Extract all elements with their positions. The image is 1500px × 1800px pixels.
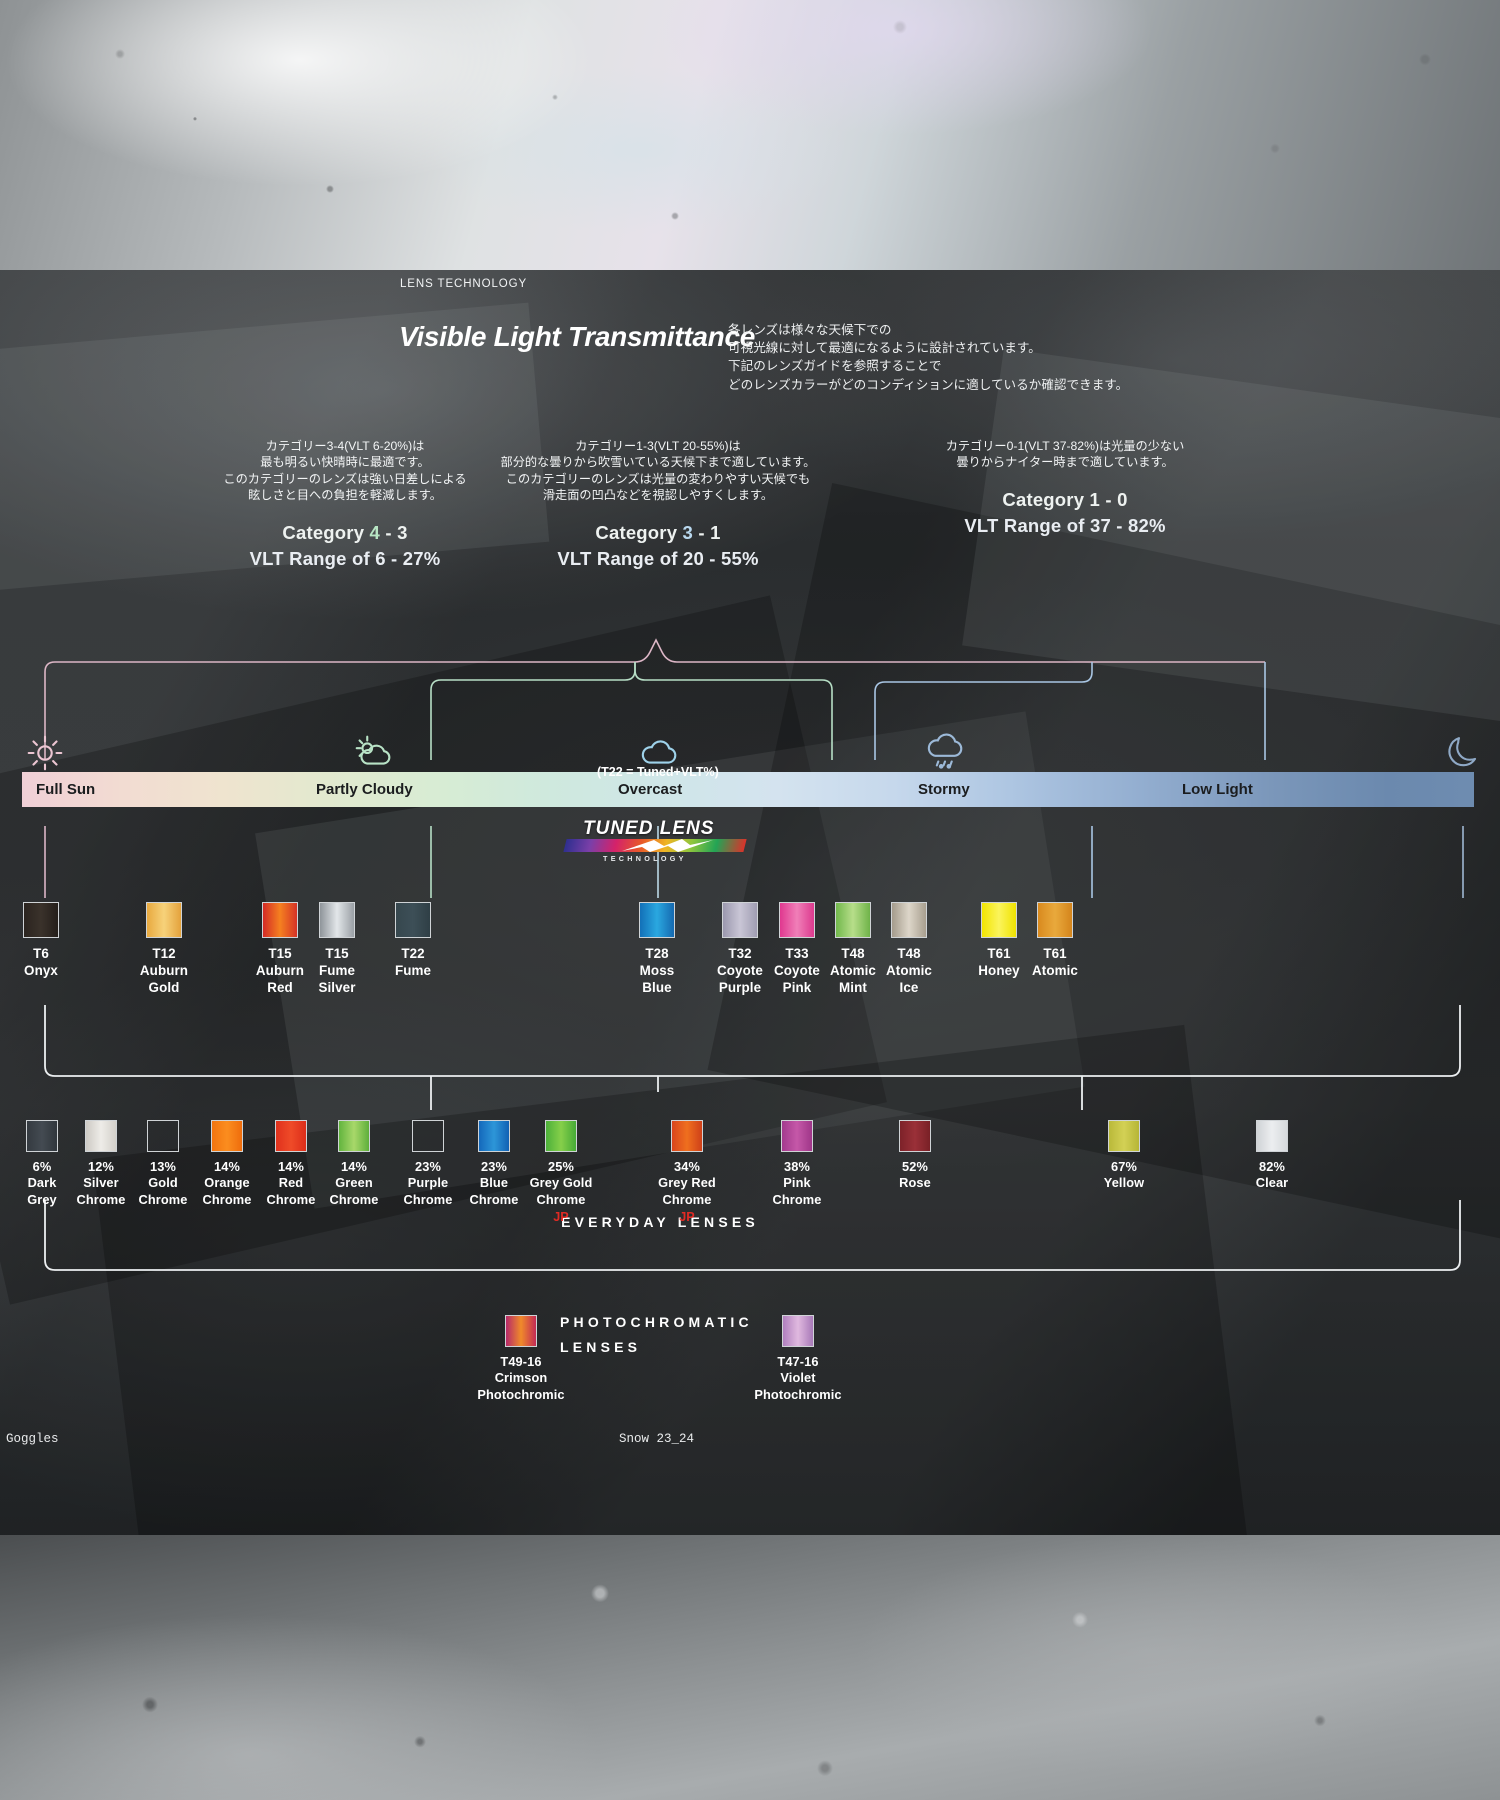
eyebrow-label: LENS TECHNOLOGY	[400, 278, 528, 290]
footer-center-label: Snow 23_24	[619, 1432, 695, 1446]
lens-color-swatch[interactable]	[395, 902, 431, 938]
tuned-lens-wordmark: TUNED LENS	[583, 818, 715, 839]
lens-label: T61 Atomic	[1032, 946, 1078, 978]
lens-label: T28 Moss Blue	[639, 946, 675, 995]
lens-color-swatch[interactable]	[85, 1120, 117, 1152]
intro-paragraph-jp: 各レンズは様々な天候下での 可視光線に対して最適になるように設計されています。 …	[728, 323, 1129, 392]
lens-color-swatch[interactable]	[478, 1120, 510, 1152]
category-title-pre: Category	[595, 521, 683, 543]
lens-color-swatch[interactable]	[211, 1120, 243, 1152]
lens-color-swatch[interactable]	[639, 902, 675, 938]
lens-color-swatch[interactable]	[505, 1315, 537, 1347]
spectrum-label-stormy: Stormy	[918, 781, 970, 798]
lens-color-swatch[interactable]	[1108, 1120, 1140, 1152]
lens-color-swatch[interactable]	[146, 902, 182, 938]
lens-label: T47-16 Violet Photochromic	[754, 1354, 842, 1402]
lens-color-swatch[interactable]	[412, 1120, 444, 1152]
everyday-lens-item[interactable]: 34% Grey Red Chrome JP	[641, 1120, 733, 1226]
lens-color-swatch[interactable]	[781, 1120, 813, 1152]
sun-cloud-icon	[355, 735, 391, 765]
lens-color-swatch[interactable]	[275, 1120, 307, 1152]
tuned-lens-item[interactable]: T48 Atomic Ice	[863, 902, 955, 996]
lens-label: 38% Pink Chrome	[772, 1159, 822, 1207]
lens-label: 67% Yellow	[1103, 1159, 1145, 1191]
photochromatic-lens-item[interactable]: T49-16 Crimson Photochromic	[475, 1315, 567, 1403]
lens-color-swatch[interactable]	[26, 1120, 58, 1152]
lens-label: T22 Fume	[394, 946, 432, 978]
lens-label: 34% Grey Red Chrome JP	[641, 1159, 733, 1226]
lens-label: T12 Auburn Gold	[139, 946, 189, 995]
tuned-lens-item[interactable]: T12 Auburn Gold	[118, 902, 210, 996]
spectrum-label-low-light: Low Light	[1182, 781, 1253, 798]
lens-label: T49-16 Crimson Photochromic	[477, 1354, 565, 1402]
category-block-1-0: カテゴリー0-1(VLT 37-82%)は光量の少ない 曇りからナイター時まで適…	[765, 438, 1365, 537]
lens-color-swatch[interactable]	[1037, 902, 1073, 938]
page-title: Visible Light Transmittance	[399, 321, 755, 352]
lens-color-swatch[interactable]	[671, 1120, 703, 1152]
lens-label: 25% Grey Gold Chrome JP	[515, 1159, 607, 1226]
footer-left-label: Goggles	[6, 1432, 59, 1446]
lens-color-swatch[interactable]	[147, 1120, 179, 1152]
photochromatic-lens-item[interactable]: T47-16 Violet Photochromic	[752, 1315, 844, 1403]
lens-color-swatch[interactable]	[899, 1120, 931, 1152]
lens-label: T48 Atomic Ice	[886, 946, 932, 995]
tuned-lens-technology-text: TECHNOLOGY	[603, 854, 687, 863]
jp-exclusive-badge: JP	[679, 1210, 695, 1225]
category-title-pre: Category	[1002, 488, 1090, 510]
sun-icon	[27, 735, 63, 771]
tuned-lens-item[interactable]: T6 Onyx	[0, 902, 87, 979]
category-title-post: - 0	[1100, 488, 1128, 510]
everyday-lens-item[interactable]: 52% Rose	[869, 1120, 961, 1192]
lens-color-swatch[interactable]	[1256, 1120, 1288, 1152]
moon-icon	[1448, 737, 1477, 767]
tuned-lens-note: (T22 = Tuned+VLT%)	[597, 765, 719, 779]
category-title-highlight: 1	[1089, 488, 1101, 510]
lens-label: 52% Rose	[899, 1159, 931, 1191]
lens-color-swatch[interactable]	[782, 1315, 814, 1347]
category-jp-text: カテゴリー0-1(VLT 37-82%)は光量の少ない 曇りからナイター時まで適…	[945, 439, 1185, 470]
category-vlt-range: VLT Range of 20 - 55%	[557, 547, 759, 569]
category-title: Category 1 - 0	[765, 489, 1365, 511]
lens-color-swatch[interactable]	[545, 1120, 577, 1152]
lens-color-swatch[interactable]	[23, 902, 59, 938]
category-title-post: - 1	[693, 521, 721, 543]
category-bracket-connectors	[44, 638, 1464, 1271]
lens-label: T6 Onyx	[24, 946, 58, 978]
lens-color-swatch[interactable]	[338, 1120, 370, 1152]
content-layer: LENS TECHNOLOGY Visible Light Transmitta…	[0, 0, 1500, 1800]
lightning-bolt-icon	[622, 839, 713, 852]
tuned-lens-logo: TUNED LENS TECHNOLOGY	[563, 818, 747, 863]
everyday-lens-item[interactable]: 25% Grey Gold Chrome JP	[515, 1120, 607, 1226]
jp-exclusive-badge: JP	[553, 1210, 569, 1225]
everyday-lens-item[interactable]: 67% Yellow	[1078, 1120, 1170, 1192]
category-vlt-range: VLT Range of 37 - 82%	[964, 514, 1166, 536]
lens-label: 82% Clear	[1255, 1159, 1289, 1191]
spectrum-label-full-sun: Full Sun	[36, 781, 96, 798]
spectrum-label-partly-cloudy: Partly Cloudy	[316, 781, 413, 798]
everyday-lens-item[interactable]: 38% Pink Chrome	[751, 1120, 843, 1208]
category-title-pre: Category	[282, 521, 370, 543]
lens-color-swatch[interactable]	[319, 902, 355, 938]
tuned-lens-item[interactable]: T61 Atomic	[1009, 902, 1101, 979]
category-title-highlight: 3	[682, 521, 694, 543]
weather-spectrum-bar: Full Sun Partly Cloudy Overcast Stormy L…	[22, 772, 1474, 807]
spectrum-label-overcast: Overcast	[618, 781, 683, 798]
tuned-lens-item[interactable]: T22 Fume	[367, 902, 459, 979]
cloud-rain-snow-icon	[927, 733, 963, 769]
tuned-lens-item[interactable]: T28 Moss Blue	[611, 902, 703, 996]
everyday-lens-item[interactable]: 82% Clear	[1226, 1120, 1318, 1192]
lens-color-swatch[interactable]	[891, 902, 927, 938]
